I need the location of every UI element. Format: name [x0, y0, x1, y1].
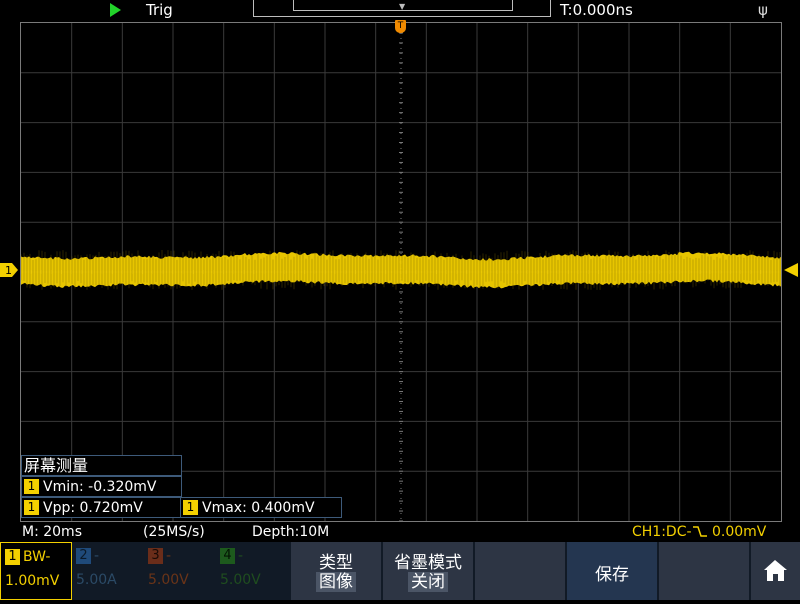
- save-button-label: 保存: [567, 560, 657, 585]
- measure-vmax-value: Vmax: 0.400mV: [202, 500, 315, 516]
- ch1-badge: 1: [183, 500, 198, 515]
- timebase: M: 20ms: [22, 524, 82, 540]
- channel-2-label: -: [94, 548, 99, 564]
- channel-4-scale: 5.00V: [220, 572, 261, 588]
- channel-3-button[interactable]: 3 - 5.00V: [144, 542, 216, 600]
- memory-depth: Depth:10M: [252, 524, 329, 540]
- measure-vpp: 1 Vpp: 0.720mV: [21, 497, 182, 518]
- rising-edge-icon: [692, 525, 708, 537]
- trigger-position-marker[interactable]: T: [395, 20, 406, 33]
- horizontal-time-offset: T:0.000ns: [560, 1, 633, 19]
- channel-3-label: -: [166, 548, 171, 564]
- softkey-ink-title: 省墨模式: [383, 548, 473, 573]
- channel-1-button[interactable]: 1 BW- 1.00mV: [0, 542, 72, 600]
- memory-center-marker-icon: ▼: [399, 2, 405, 11]
- home-icon: [751, 542, 800, 600]
- measure-vpp-value: Vpp: 0.720mV: [43, 500, 143, 516]
- channel-4-button[interactable]: 4 - 5.00V: [216, 542, 288, 600]
- ch1-offset-marker[interactable]: 1: [0, 263, 18, 277]
- ch1-marker-label: 1: [5, 264, 12, 277]
- channel-4-number: 4: [220, 548, 235, 564]
- waveform-display[interactable]: [20, 22, 782, 522]
- measure-vmax: 1 Vmax: 0.400mV: [180, 497, 342, 518]
- channel-3-scale: 5.00V: [148, 572, 189, 588]
- trigger-level-value: 0.00mV: [712, 524, 766, 540]
- save-button[interactable]: 保存: [567, 542, 657, 600]
- usb-icon: ψ: [758, 1, 768, 19]
- channel-1-number: 1: [5, 549, 20, 565]
- channel-3-number: 3: [148, 548, 163, 564]
- screen-measure-title: 屏幕测量: [21, 455, 182, 476]
- channel-4-label: -: [238, 548, 243, 564]
- channel-2-number: 2: [76, 548, 91, 564]
- channel-2-scale: 5.00A: [76, 572, 117, 588]
- trigger-status: Trig: [146, 1, 173, 19]
- graticule-grid: [21, 23, 781, 521]
- top-status-bar: Trig ▼ T:0.000ns ψ: [0, 0, 800, 20]
- ch1-badge: 1: [24, 500, 39, 515]
- softkey-empty[interactable]: [475, 542, 565, 600]
- softkey-type[interactable]: 类型 图像: [291, 542, 381, 600]
- softkey-ink-save-mode[interactable]: 省墨模式 关闭: [383, 542, 473, 600]
- measure-vmin: 1 Vmin: -0.320mV: [21, 476, 182, 497]
- channel-1-bandwidth: BW-: [23, 549, 50, 565]
- softkey-type-value: 图像: [316, 572, 356, 592]
- channel-2-button[interactable]: 2 - 5.00A: [72, 542, 144, 600]
- home-button[interactable]: [751, 542, 800, 600]
- softkey-empty[interactable]: [659, 542, 749, 600]
- trigger-level-marker[interactable]: [784, 263, 798, 277]
- ch1-coupling: CH1:DC-: [632, 524, 692, 540]
- ch1-trigger-info: CH1:DC- 0.00mV: [632, 524, 766, 540]
- sample-rate: (25MS/s): [143, 524, 205, 540]
- ch1-badge: 1: [24, 479, 39, 494]
- softkey-type-title: 类型: [291, 548, 381, 573]
- measure-vmin-value: Vmin: -0.320mV: [43, 479, 157, 495]
- run-state-play-icon[interactable]: [110, 3, 121, 17]
- softkey-ink-value: 关闭: [408, 572, 448, 592]
- acquisition-status-line: M: 20ms (25MS/s) Depth:10M CH1:DC- 0.00m…: [0, 523, 800, 542]
- bottom-menu-bar: 1 BW- 1.00mV 2 - 5.00A 3 - 5.00V 4 - 5.0…: [0, 542, 800, 600]
- channel-1-scale: 1.00mV: [5, 573, 59, 589]
